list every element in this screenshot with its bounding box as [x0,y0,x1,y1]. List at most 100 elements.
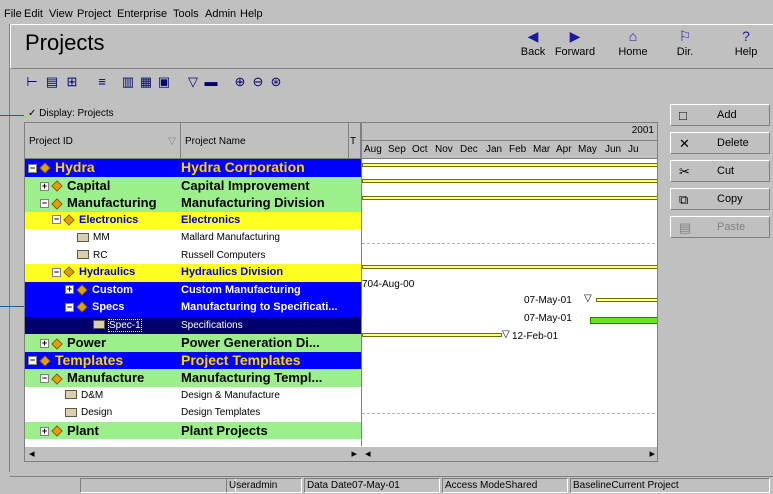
project-icon [51,180,63,192]
project-id: Manufacturing [67,195,157,210]
home-label: Home [618,46,648,58]
paste-button[interactable]: ▤ Paste [670,216,770,238]
collapse-icon[interactable]: − [40,199,49,209]
project-name: Custom Manufacturing [181,283,301,296]
gantt-bar[interactable] [362,163,657,167]
display-label-bar[interactable]: ✓ Display: Projects [24,106,658,122]
table-row[interactable]: + Capital Capital Improvement [25,176,361,194]
delete-button[interactable]: ✕ Delete [670,132,770,154]
horizontal-scrollbar-left[interactable]: ◂ ▸ [25,446,361,461]
scissors-icon: ✂ [679,164,690,179]
page-title: Projects [25,30,105,55]
table-row[interactable]: − Specs Manufacturing to Specificati... [25,299,361,317]
table-row[interactable]: − Hydraulics Hydraulics Division [25,264,361,282]
menu-view[interactable]: View [49,8,73,20]
expand-icon[interactable]: + [65,285,74,295]
zoom-fit-icon[interactable]: ⊛ [268,74,284,90]
gantt-bar[interactable] [362,333,502,337]
expand-icon[interactable]: + [40,181,49,191]
project-id: Plant [67,422,99,438]
table-row[interactable]: Design Design Templates [25,404,361,422]
menu-bar: File Edit View Project Enterprise Tools … [0,6,773,23]
copy-button[interactable]: ⧉ Copy [670,188,770,210]
menu-help[interactable]: Help [240,8,263,20]
zoom-out-icon[interactable]: ⊖ [250,74,266,90]
outline-icon[interactable]: ▤ [44,74,60,90]
table-row[interactable]: + Power Power Generation Di... [25,334,361,352]
help-button[interactable]: ? Help [718,28,773,64]
table-row[interactable]: MM Mallard Manufacturing [25,229,361,247]
collapse-icon[interactable]: − [52,267,61,277]
scroll-left-icon: ◂ [29,448,35,460]
hierarchy-icon[interactable]: ⊞ [64,74,80,90]
menu-edit[interactable]: Edit [24,8,43,20]
grid-icon[interactable]: ▣ [156,74,172,90]
collapse-icon[interactable]: − [28,356,37,366]
table-row[interactable]: − Hydra Hydra Corporation [25,159,361,177]
menu-tools[interactable]: Tools [173,8,199,20]
dir-button[interactable]: ⚐ Dir. [657,28,713,64]
filter-icon[interactable]: ▽ [185,74,201,90]
status-user: Useradmin [226,478,302,493]
collapse-icon[interactable]: − [65,302,74,312]
collapse-icon[interactable]: − [52,215,61,225]
expand-icon[interactable]: + [40,339,49,349]
collapse-icon[interactable]: − [28,163,37,173]
zoom-in-icon[interactable]: ⊕ [232,74,248,90]
menu-enterprise[interactable]: Enterprise [117,8,167,20]
layout-icon[interactable]: ▬ [203,74,219,90]
project-name-header-label: Project Name [185,136,246,147]
tree-icon[interactable]: ⊢ [24,74,40,90]
project-name: Mallard Manufacturing [181,232,280,243]
gantt-date-label: 07-May-01 [524,313,572,324]
paste-label: Paste [717,221,746,233]
table-icon[interactable]: ▦ [138,74,154,90]
table-row-selected[interactable]: Spec-1 Specifications [25,316,361,334]
gantt-bar[interactable] [362,179,657,183]
menu-admin[interactable]: Admin [205,8,236,20]
home-icon: ⌂ [628,28,638,44]
home-button[interactable]: ⌂ Home [605,28,661,64]
horizontal-scrollbar-right[interactable]: ◂ ▸ [361,446,657,461]
gantt-date-label: 12-Feb-01 [512,331,559,342]
folder-icon [65,390,77,400]
gantt-bar[interactable] [590,317,657,324]
table-row[interactable]: − Manufacture Manufacturing Templ... [25,369,361,387]
project-id: MM [93,232,110,243]
project-id: Spec-1 [108,318,142,332]
group-icon[interactable]: ≡ [94,74,110,90]
project-id: Hydra [55,159,95,175]
cut-button[interactable]: ✂ Cut [670,160,770,182]
add-button[interactable]: □ Add [670,104,770,126]
collapse-icon[interactable]: − [40,374,49,384]
table-row[interactable]: + Custom Custom Manufacturing [25,281,361,299]
status-data-date: Data Date07-May-01 [304,478,440,493]
project-id: D&M [81,389,104,401]
column-header-extra[interactable]: T [349,123,361,159]
forward-label: Forward [554,46,596,58]
expand-icon[interactable]: + [40,426,49,436]
menu-project[interactable]: Project [77,8,111,20]
gantt-month-header: Aug Sep Oct Nov Dec Jan Feb Mar Apr May … [362,141,657,159]
gantt-bar[interactable] [362,265,657,269]
table-row[interactable]: + Plant Plant Projects [25,421,361,439]
table-row[interactable]: − Manufacturing Manufacturing Division [25,194,361,212]
menu-file[interactable]: File [4,8,22,20]
columns-icon[interactable]: ▥ [120,74,136,90]
status-bar: Useradmin Data Date07-May-01 Access Mode… [10,476,773,494]
folder-open-icon [93,320,105,330]
delete-label: Delete [717,137,749,149]
status-baseline: BaselineCurrent Project [570,478,770,493]
delete-x-icon: ✕ [679,136,690,151]
table-row[interactable]: − Electronics Electronics [25,211,361,229]
status-access-mode: Access ModeShared [442,478,568,493]
gantt-bar[interactable] [362,196,657,200]
table-row[interactable]: − Templates Project Templates [25,351,361,369]
table-row[interactable]: RC Russell Computers [25,246,361,264]
column-header-project-id[interactable]: Project ID ▽ [25,123,181,159]
month-label: Mar [533,144,551,155]
column-header-project-name[interactable]: Project Name [181,123,349,159]
forward-button[interactable]: ▶ Forward [547,28,603,64]
gantt-bar[interactable] [596,298,657,302]
table-row[interactable]: D&M Design & Manufacture [25,386,361,404]
